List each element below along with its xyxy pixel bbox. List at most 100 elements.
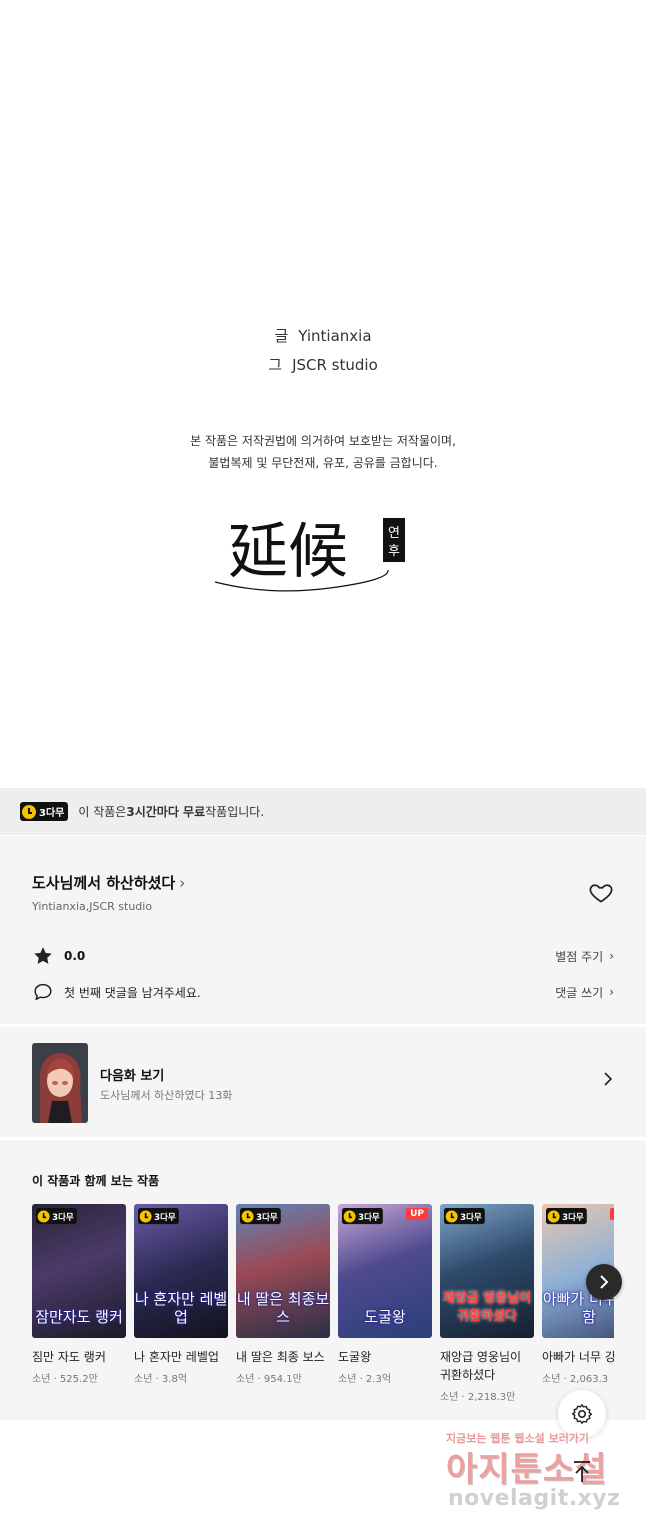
recommendation-card[interactable]: 3다무 내 딸은 최종보스 내 딸은 최종 보스 소년 · 954.1만 (236, 1204, 330, 1385)
card-meta: 소년 · 2.3억 (338, 1374, 392, 1385)
3day-free-badge: 3다무 (342, 1208, 384, 1225)
card-title: 짐만 자도 랭커 (32, 1350, 106, 1364)
rate-button-label: 별점 주기 (555, 949, 604, 964)
artist-credit: 그 JSCR studio (0, 351, 646, 380)
heart-icon[interactable] (588, 880, 614, 906)
scroll-top-button[interactable] (558, 1448, 606, 1496)
copyright-line-2: 불법복제 및 무단전재, 유포, 공유를 금합니다. (208, 456, 438, 470)
logo-hanja: 延候 (228, 517, 348, 587)
series-title: 도사님께서 하산하셨다 (32, 874, 176, 892)
badge-label: 3다무 (256, 1213, 278, 1223)
arrow-up-icon (574, 1461, 590, 1482)
rating-value: 0.0 (64, 949, 86, 963)
3day-free-badge: 3다무 (36, 1208, 78, 1225)
badge-label: 3다무 (154, 1213, 176, 1223)
chevron-right-icon: › (609, 985, 614, 999)
3day-free-badge: 3다무 (546, 1208, 588, 1225)
recommendation-card[interactable]: 3다무 UP 도굴왕 도굴왕 소년 · 2.3억 (338, 1204, 432, 1385)
artist-label: 그 (268, 356, 283, 374)
card-meta: 소년 · 525.2만 (32, 1374, 98, 1385)
series-authors: Yintianxia,JSCR studio (32, 900, 153, 913)
card-title: 나 혼자만 레벨업 (134, 1350, 219, 1364)
chevron-right-icon (600, 1275, 609, 1289)
badge-label: 3다무 (39, 808, 65, 819)
card-title: 재앙급 영웅님이 귀환하셨다 (440, 1350, 522, 1382)
clock-icon (445, 1210, 458, 1223)
card-title: 내 딸은 최종 보스 (236, 1350, 325, 1364)
cover-image: 3다무 내 딸은 최종보스 (236, 1204, 330, 1338)
3day-free-badge: 3다무 (240, 1208, 282, 1225)
rate-button[interactable]: 별점 주기 › (555, 948, 614, 965)
card-meta: 소년 · 2,218.3만 (440, 1392, 516, 1403)
next-episode-label: 다음화 보기 (100, 1069, 165, 1084)
up-badge: UP (406, 1208, 428, 1220)
free-every-3h-bar: 3다무 이 작품은 3시간마다 무료 작품입니다. (0, 788, 646, 835)
3day-free-badge: 3다무 (444, 1208, 486, 1225)
series-title-link[interactable]: 도사님께서 하산하셨다 › (32, 872, 185, 893)
chevron-right-icon: › (609, 949, 614, 963)
comment-prompt: 첫 번째 댓글을 남겨주세요. (64, 985, 201, 1000)
recommendation-card[interactable]: 3다무 나 혼자만 레벨업 나 혼자만 레벨업 소년 · 3.8억 (134, 1204, 228, 1385)
rating-row: 0.0 별점 주기 › (32, 944, 614, 968)
badge-label: 3다무 (358, 1213, 380, 1223)
writer-credit: 글 Yintianxia (0, 322, 646, 351)
comic-credits: 글 Yintianxia 그 JSCR studio (0, 322, 646, 380)
badge-label: 3다무 (52, 1213, 74, 1223)
3day-free-badge: 3다무 (20, 802, 69, 821)
clock-icon (241, 1210, 254, 1223)
logo-hangul-1: 연 (388, 526, 400, 541)
writer-label: 글 (274, 327, 289, 345)
cover-image: 3다무 잠만자도 랭커 (32, 1204, 126, 1338)
chevron-right-icon (604, 1072, 613, 1086)
card-title: 도굴왕 (338, 1350, 372, 1364)
recommendations-title: 이 작품과 함께 보는 작품 (32, 1174, 160, 1188)
badge-label: 3다무 (562, 1213, 584, 1223)
comment-bubble-icon (34, 983, 52, 1001)
gear-icon (571, 1404, 593, 1424)
star-icon (34, 947, 52, 964)
card-meta: 소년 · 3.8억 (134, 1374, 188, 1385)
recommendations-panel: 이 작품과 함께 보는 작품 3다무 잠만자도 랭커 짐만 자도 랭커 소년 ·… (0, 1140, 646, 1420)
series-info-panel: 도사님께서 하산하셨다 › Yintianxia,JSCR studio 0.0 … (0, 836, 646, 1024)
comment-row: 첫 번째 댓글을 남겨주세요. 댓글 쓰기 › (32, 980, 614, 1004)
free-bar-text-pre: 이 작품은 (78, 805, 127, 819)
3day-free-badge: 3다무 (138, 1208, 180, 1225)
cover-title: 잠만자도 랭커 (35, 1308, 123, 1326)
next-episode-subtitle: 도사님께서 하산하였다 13화 (100, 1089, 233, 1102)
settings-button[interactable] (558, 1390, 606, 1438)
clock-icon (139, 1210, 152, 1223)
card-meta: 소년 · 954.1만 (236, 1374, 302, 1385)
card-title: 아빠가 너무 강 (542, 1350, 614, 1364)
cover-image: 3다무 재앙급 영웅님이 귀환하셨다 (440, 1204, 534, 1338)
free-bar-text-bold: 3시간마다 무료 (126, 805, 206, 819)
free-bar-text-post: 작품입니다. (205, 805, 265, 819)
cover-title: 재앙급 영웅님이 귀환하셨다 (442, 1291, 532, 1324)
cover-title: 내 딸은 최종보스 (236, 1290, 330, 1326)
up-badge: UP (610, 1208, 614, 1220)
copyright-line-1: 본 작품은 저작권법에 의거하여 보호받는 저작물이며, (190, 434, 456, 448)
cover-image: 3다무 UP 도굴왕 (338, 1204, 432, 1338)
series-logo: 延候 연 후 (214, 517, 405, 592)
carousel-next-button[interactable] (586, 1264, 622, 1300)
cover-image: 3다무 나 혼자만 레벨업 (134, 1204, 228, 1338)
clock-icon (37, 1210, 50, 1223)
next-episode-panel[interactable]: 다음화 보기 도사님께서 하산하였다 13화 (0, 1027, 646, 1137)
chevron-right-icon: › (179, 874, 186, 892)
card-meta: 소년 · 2,063.3 (542, 1374, 609, 1385)
clock-icon (343, 1210, 356, 1223)
badge-label: 3다무 (460, 1213, 482, 1223)
artist-name: JSCR studio (292, 356, 378, 374)
clock-icon (547, 1210, 560, 1223)
cover-title: 나 혼자만 레벨업 (134, 1290, 228, 1326)
clock-icon (22, 804, 36, 819)
next-episode-thumbnail (32, 1043, 88, 1123)
recommendation-carousel: 3다무 잠만자도 랭커 짐만 자도 랭커 소년 · 525.2만 3다무 나 혼… (32, 1204, 614, 1414)
write-comment-button[interactable]: 댓글 쓰기 › (555, 984, 614, 1001)
recommendation-card[interactable]: 3다무 재앙급 영웅님이 귀환하셨다 재앙급 영웅님이 귀환하셨다 소년 · 2… (440, 1204, 534, 1403)
cover-title: 도굴왕 (364, 1308, 406, 1326)
logo-hangul-2: 후 (388, 544, 400, 559)
write-comment-label: 댓글 쓰기 (555, 985, 604, 1000)
recommendation-card[interactable]: 3다무 잠만자도 랭커 짐만 자도 랭커 소년 · 525.2만 (32, 1204, 126, 1385)
writer-name: Yintianxia (298, 327, 372, 345)
copyright-notice: 본 작품은 저작권법에 의거하여 보호받는 저작물이며, 불법복제 및 무단전재… (0, 430, 646, 474)
